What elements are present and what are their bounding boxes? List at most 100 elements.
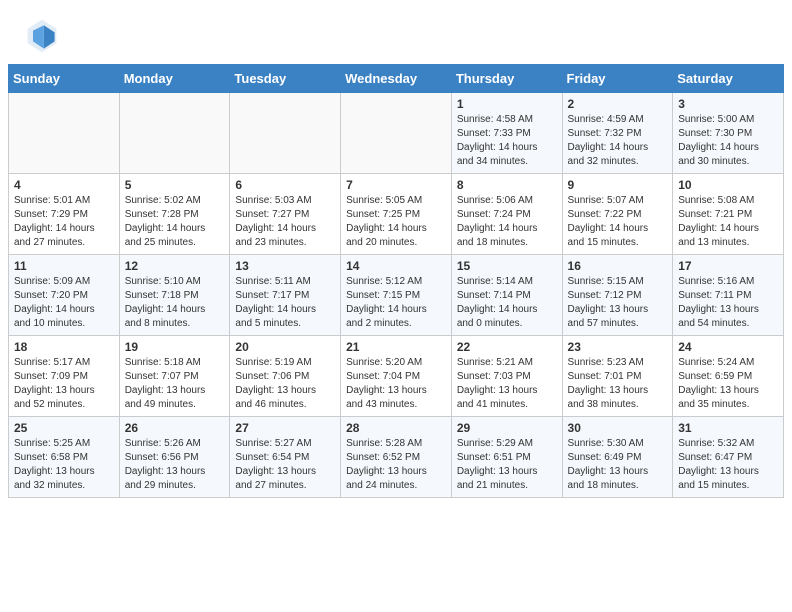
calendar-cell: 9 Sunrise: 5:07 AM Sunset: 7:22 PM Daylig…: [562, 174, 673, 255]
calendar-cell: 6Sunrise: 5:03 AM Sunset: 7:27 PM Daylig…: [230, 174, 341, 255]
day-number: 10: [678, 178, 778, 192]
day-number: 25: [14, 421, 114, 435]
calendar-cell: 10 Sunrise: 5:08 AM Sunset: 7:21 PM Dayli…: [673, 174, 784, 255]
day-info: Sunrise: 4:59 AM Sunset: 7:32 PM Dayligh…: [568, 113, 668, 169]
calendar-cell: 18 Sunrise: 5:17 AM Sunset: 7:09 PM Dayli…: [9, 336, 120, 417]
calendar-cell: 26 Sunrise: 5:26 AM Sunset: 6:56 PM Dayli…: [119, 417, 230, 498]
calendar-week-row: 4 Sunrise: 5:01 AM Sunset: 7:29 PM Daylig…: [9, 174, 784, 255]
day-info: Sunrise: 5:27 AM Sunset: 6:54 PM Dayligh…: [235, 437, 335, 493]
calendar-cell: 3 Sunrise: 5:00 AM Sunset: 7:30 PM Daylig…: [673, 93, 784, 174]
calendar-week-row: 11Sunrise: 5:09 AM Sunset: 7:20 PM Dayli…: [9, 255, 784, 336]
day-number: 11: [14, 259, 114, 273]
calendar-cell: 27Sunrise: 5:27 AM Sunset: 6:54 PM Dayli…: [230, 417, 341, 498]
day-info: Sunrise: 5:00 AM Sunset: 7:30 PM Dayligh…: [678, 113, 778, 169]
day-info: Sunrise: 5:24 AM Sunset: 6:59 PM Dayligh…: [678, 356, 778, 412]
weekday-row: SundayMondayTuesdayWednesdayThursdayFrid…: [9, 65, 784, 93]
calendar-cell: [230, 93, 341, 174]
day-info: Sunrise: 5:12 AM Sunset: 7:15 PM Dayligh…: [346, 275, 446, 331]
calendar-header: SundayMondayTuesdayWednesdayThursdayFrid…: [9, 65, 784, 93]
day-number: 26: [125, 421, 225, 435]
weekday-header: Monday: [119, 65, 230, 93]
calendar-cell: 15 Sunrise: 5:14 AM Sunset: 7:14 PM Dayli…: [451, 255, 562, 336]
weekday-header: Tuesday: [230, 65, 341, 93]
day-info: Sunrise: 5:30 AM Sunset: 6:49 PM Dayligh…: [568, 437, 668, 493]
calendar-cell: 21Sunrise: 5:20 AM Sunset: 7:04 PM Dayli…: [341, 336, 452, 417]
calendar-cell: 24Sunrise: 5:24 AM Sunset: 6:59 PM Dayli…: [673, 336, 784, 417]
calendar-cell: 19 Sunrise: 5:18 AM Sunset: 7:07 PM Dayli…: [119, 336, 230, 417]
day-info: Sunrise: 5:15 AM Sunset: 7:12 PM Dayligh…: [568, 275, 668, 331]
day-number: 19: [125, 340, 225, 354]
day-info: Sunrise: 5:08 AM Sunset: 7:21 PM Dayligh…: [678, 194, 778, 250]
weekday-header: Saturday: [673, 65, 784, 93]
day-number: 14: [346, 259, 446, 273]
day-number: 20: [235, 340, 335, 354]
day-info: Sunrise: 5:14 AM Sunset: 7:14 PM Dayligh…: [457, 275, 557, 331]
calendar-cell: [341, 93, 452, 174]
calendar-cell: 13 Sunrise: 5:11 AM Sunset: 7:17 PM Dayli…: [230, 255, 341, 336]
calendar-week-row: 18 Sunrise: 5:17 AM Sunset: 7:09 PM Dayli…: [9, 336, 784, 417]
calendar-cell: 17 Sunrise: 5:16 AM Sunset: 7:11 PM Dayli…: [673, 255, 784, 336]
day-info: Sunrise: 5:32 AM Sunset: 6:47 PM Dayligh…: [678, 437, 778, 493]
day-info: Sunrise: 4:58 AM Sunset: 7:33 PM Dayligh…: [457, 113, 557, 169]
calendar-cell: 28Sunrise: 5:28 AM Sunset: 6:52 PM Dayli…: [341, 417, 452, 498]
calendar-week-row: 1 Sunrise: 4:58 AM Sunset: 7:33 PM Daylig…: [9, 93, 784, 174]
calendar-cell: 12 Sunrise: 5:10 AM Sunset: 7:18 PM Dayli…: [119, 255, 230, 336]
weekday-header: Thursday: [451, 65, 562, 93]
calendar-cell: 2 Sunrise: 4:59 AM Sunset: 7:32 PM Daylig…: [562, 93, 673, 174]
calendar-cell: 22 Sunrise: 5:21 AM Sunset: 7:03 PM Dayli…: [451, 336, 562, 417]
weekday-header: Sunday: [9, 65, 120, 93]
day-number: 8: [457, 178, 557, 192]
calendar-cell: 25 Sunrise: 5:25 AM Sunset: 6:58 PM Dayli…: [9, 417, 120, 498]
day-number: 29: [457, 421, 557, 435]
calendar-cell: 31 Sunrise: 5:32 AM Sunset: 6:47 PM Dayli…: [673, 417, 784, 498]
day-number: 28: [346, 421, 446, 435]
day-info: Sunrise: 5:07 AM Sunset: 7:22 PM Dayligh…: [568, 194, 668, 250]
day-info: Sunrise: 5:26 AM Sunset: 6:56 PM Dayligh…: [125, 437, 225, 493]
day-number: 12: [125, 259, 225, 273]
calendar-cell: [119, 93, 230, 174]
calendar-cell: [9, 93, 120, 174]
calendar-cell: 4 Sunrise: 5:01 AM Sunset: 7:29 PM Daylig…: [9, 174, 120, 255]
calendar-body: 1 Sunrise: 4:58 AM Sunset: 7:33 PM Daylig…: [9, 93, 784, 498]
day-number: 4: [14, 178, 114, 192]
calendar-cell: 23Sunrise: 5:23 AM Sunset: 7:01 PM Dayli…: [562, 336, 673, 417]
logo-icon: [24, 18, 60, 54]
calendar-cell: 7Sunrise: 5:05 AM Sunset: 7:25 PM Daylig…: [341, 174, 452, 255]
calendar-cell: 8 Sunrise: 5:06 AM Sunset: 7:24 PM Daylig…: [451, 174, 562, 255]
day-number: 23: [568, 340, 668, 354]
calendar-cell: 20Sunrise: 5:19 AM Sunset: 7:06 PM Dayli…: [230, 336, 341, 417]
day-number: 6: [235, 178, 335, 192]
day-info: Sunrise: 5:18 AM Sunset: 7:07 PM Dayligh…: [125, 356, 225, 412]
day-number: 3: [678, 97, 778, 111]
day-number: 18: [14, 340, 114, 354]
day-info: Sunrise: 5:05 AM Sunset: 7:25 PM Dayligh…: [346, 194, 446, 250]
day-info: Sunrise: 5:10 AM Sunset: 7:18 PM Dayligh…: [125, 275, 225, 331]
day-number: 30: [568, 421, 668, 435]
calendar-cell: 5Sunrise: 5:02 AM Sunset: 7:28 PM Daylig…: [119, 174, 230, 255]
day-number: 1: [457, 97, 557, 111]
day-info: Sunrise: 5:20 AM Sunset: 7:04 PM Dayligh…: [346, 356, 446, 412]
day-number: 13: [235, 259, 335, 273]
day-number: 15: [457, 259, 557, 273]
day-number: 22: [457, 340, 557, 354]
day-number: 17: [678, 259, 778, 273]
calendar-table: SundayMondayTuesdayWednesdayThursdayFrid…: [8, 64, 784, 498]
day-number: 5: [125, 178, 225, 192]
day-info: Sunrise: 5:17 AM Sunset: 7:09 PM Dayligh…: [14, 356, 114, 412]
page-header: [0, 0, 792, 64]
day-info: Sunrise: 5:29 AM Sunset: 6:51 PM Dayligh…: [457, 437, 557, 493]
day-number: 2: [568, 97, 668, 111]
day-info: Sunrise: 5:01 AM Sunset: 7:29 PM Dayligh…: [14, 194, 114, 250]
day-info: Sunrise: 5:06 AM Sunset: 7:24 PM Dayligh…: [457, 194, 557, 250]
calendar-week-row: 25 Sunrise: 5:25 AM Sunset: 6:58 PM Dayli…: [9, 417, 784, 498]
calendar-cell: 29 Sunrise: 5:29 AM Sunset: 6:51 PM Dayli…: [451, 417, 562, 498]
day-info: Sunrise: 5:16 AM Sunset: 7:11 PM Dayligh…: [678, 275, 778, 331]
day-info: Sunrise: 5:25 AM Sunset: 6:58 PM Dayligh…: [14, 437, 114, 493]
day-number: 16: [568, 259, 668, 273]
calendar-cell: 14 Sunrise: 5:12 AM Sunset: 7:15 PM Dayli…: [341, 255, 452, 336]
day-number: 9: [568, 178, 668, 192]
calendar-cell: 11Sunrise: 5:09 AM Sunset: 7:20 PM Dayli…: [9, 255, 120, 336]
day-number: 31: [678, 421, 778, 435]
day-info: Sunrise: 5:21 AM Sunset: 7:03 PM Dayligh…: [457, 356, 557, 412]
day-info: Sunrise: 5:11 AM Sunset: 7:17 PM Dayligh…: [235, 275, 335, 331]
